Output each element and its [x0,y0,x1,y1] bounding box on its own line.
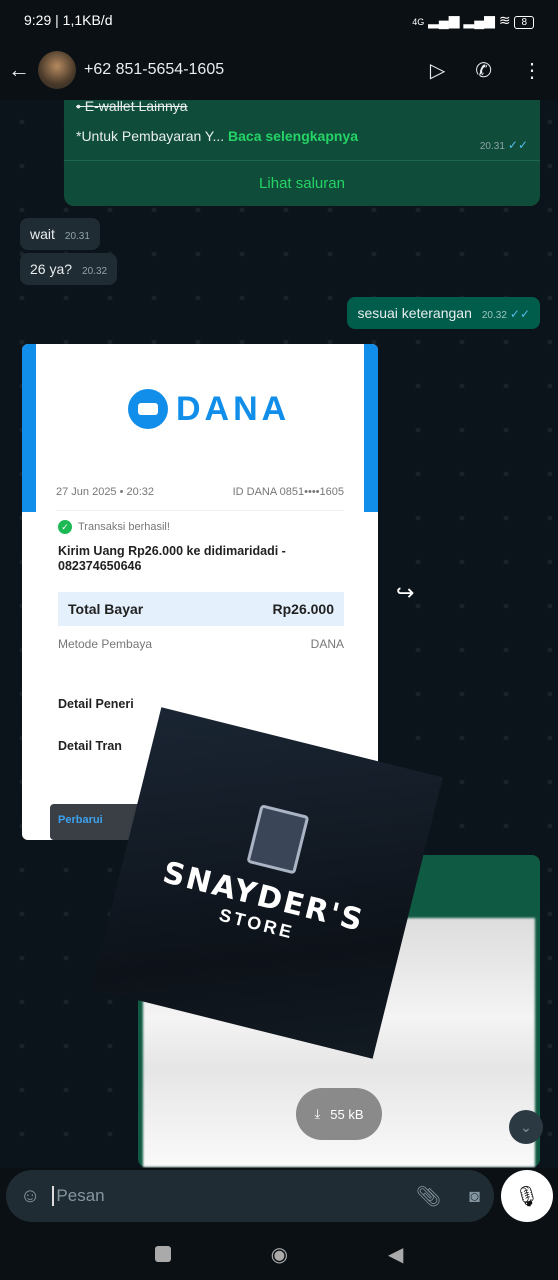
message-time: 20.32 [481,310,507,321]
voice-record-button[interactable]: 🎙︎ [501,1170,553,1222]
meta: 20.31 ✓✓ [470,136,528,152]
status-icons: 4G ▂▄▆ ▂▄▆ ≋ 8 [412,12,534,29]
message-text: wait [30,226,55,242]
system-nav-bar: ◉ ◀ [0,1228,558,1280]
store-logo-icon [246,804,310,875]
file-size: 55 kB [330,1106,364,1122]
dana-logo: DANA [128,389,290,429]
total-value: Rp26.000 [272,601,334,617]
method-value: DANA [310,637,344,651]
camera-icon[interactable]: ◙ [469,1186,480,1207]
label-icon[interactable]: ▷ [430,58,445,83]
receipt-description: Kirim Uang Rp26.000 ke didimaridadi - 08… [58,544,286,573]
home-button[interactable]: ◉ [271,1242,288,1267]
detail-recipient: Detail Peneri [58,697,134,711]
receipt-date: 27 Jun 2025 • 20:32 [56,486,155,498]
status-bar: 9:29 | 1,1KB/d 4G ▂▄▆ ▂▄▆ ≋ 8 [0,0,558,40]
receipt-status: ✓ Transaksi berhasil! [58,520,170,534]
double-chevron-down-icon: ⌄ [520,1118,532,1135]
add-call-icon[interactable]: ✆ [475,58,492,83]
back-arrow-icon[interactable]: ← [8,57,30,83]
wifi-icon: ≋ [498,11,511,28]
detail-transaction: Detail Tran [58,739,122,753]
dana-logo-icon [128,389,168,429]
download-button[interactable]: ⤓ 55 kB [296,1088,382,1140]
bullet-text: E-wallet Lainnya [84,100,188,114]
chat-header: ← +62 851-5654-1605 ▷ ✆ ⋮ [0,40,558,100]
battery-icon: 8 [514,15,534,29]
message-incoming: wait 20.31 [20,218,100,250]
total-label: Total Bayar [68,601,144,617]
read-more-link[interactable]: Baca selengkapnya [228,128,358,152]
recents-button[interactable] [154,1246,171,1262]
view-channel-button[interactable]: Lihat saluran [64,160,540,192]
network-label: 4G [412,16,425,27]
channel-text: *Untuk Pembayaran Y... [76,128,225,144]
message-time: 20.31 [479,141,505,152]
attach-icon[interactable]: 📎︎ [416,1184,441,1209]
message-time: 20.32 [82,266,108,277]
check-circle-icon: ✓ [58,520,72,534]
forward-icon[interactable]: ↪ [396,580,414,606]
mic-icon: 🎙︎ [514,1185,540,1208]
message-input[interactable]: Pesan [52,1186,415,1206]
divider [56,510,344,511]
channel-forward-message: • E-wallet Lainnya *Untuk Pembayaran Y..… [64,100,540,206]
status-text: Transaksi berhasil! [78,521,170,533]
message-text: sesuai keterangan [357,305,472,321]
contact-name[interactable]: +62 851-5654-1605 [84,61,224,79]
message-text: 26 ya? [30,261,73,277]
receipt-id: ID DANA 0851••••1605 [232,486,344,498]
status-time: 9:29 | 1,1KB/d [24,12,113,28]
double-check-icon: ✓✓ [507,138,528,152]
method-label: Metode Pembaya [58,637,153,651]
chat-area[interactable]: • E-wallet Lainnya *Untuk Pembayaran Y..… [0,100,558,1168]
avatar[interactable] [38,51,76,89]
total-row: Total Bayar Rp26.000 [58,592,344,626]
bullet-item: • E-wallet Lainnya [76,100,188,114]
download-icon: ⤓ [314,1106,321,1121]
receipt-bar [22,344,36,512]
double-check-icon: ✓✓ [509,307,530,321]
channel-text-row: *Untuk Pembayaran Y... Baca selengkapnya… [64,114,540,152]
scroll-to-bottom-button[interactable]: ⌄ [509,1110,543,1144]
message-outgoing: sesuai keterangan 20.32 ✓✓ [347,297,540,329]
more-menu-icon[interactable]: ⋮ [522,58,542,83]
dana-brand: DANA [176,389,291,428]
sticker-icon[interactable]: ☺ [20,1185,40,1208]
receipt-bar [364,344,378,512]
message-time: 20.31 [64,231,90,242]
message-incoming: 26 ya? 20.32 [20,253,118,285]
back-button[interactable]: ◀ [388,1242,403,1267]
message-input-bar: ☺ Pesan 📎︎ ◙ [6,1170,494,1222]
